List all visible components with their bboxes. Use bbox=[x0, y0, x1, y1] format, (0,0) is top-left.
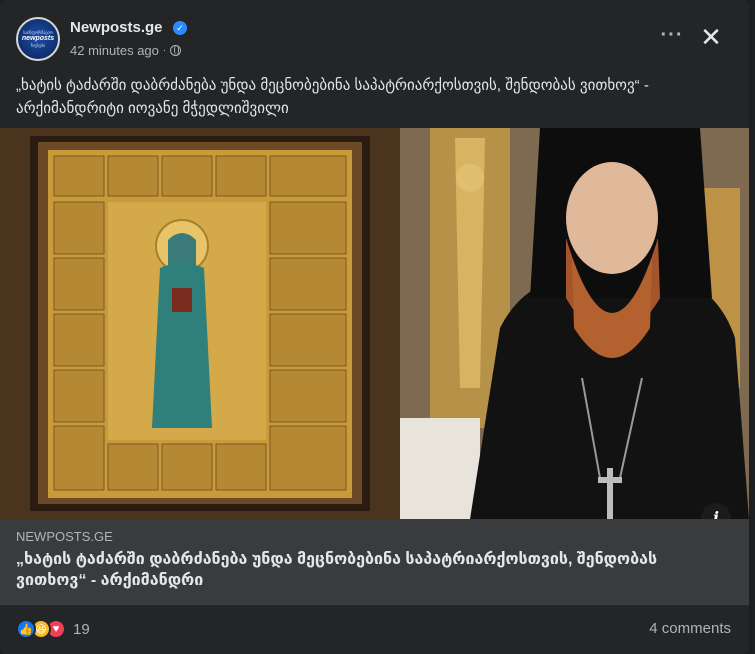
post-image[interactable] bbox=[0, 128, 749, 519]
link-title[interactable]: „ხატის ტაძარში დაბრძანება უნდა მეცნობები… bbox=[16, 549, 716, 591]
post-footer: 👍 😆 ♥ 19 4 comments bbox=[0, 604, 749, 654]
facebook-post: საინფორმაციო newposts ნიუსები Newposts.g… bbox=[0, 0, 749, 654]
avatar-logo-text: newposts bbox=[21, 35, 55, 42]
post-image-illustration bbox=[0, 128, 749, 519]
like-reaction-icon: 👍 bbox=[16, 619, 36, 639]
avatar-bottom-text: ნიუსები bbox=[30, 43, 46, 48]
close-icon[interactable]: ✕ bbox=[697, 24, 725, 52]
verified-badge-icon: ✓ bbox=[173, 21, 187, 35]
separator-dot: · bbox=[162, 45, 167, 56]
globe-icon[interactable] bbox=[170, 45, 182, 56]
post-caption: „ხატის ტაძარში დაბრძანება უნდა მეცნობები… bbox=[16, 77, 649, 117]
reactions-summary[interactable]: 👍 😆 ♥ 19 bbox=[16, 619, 90, 639]
link-domain: NEWPOSTS.GE bbox=[16, 529, 113, 544]
link-preview[interactable]: NEWPOSTS.GE „ხატის ტაძარში დაბრძანება უნ… bbox=[0, 519, 749, 604]
post-header: საინფორმაციო newposts ნიუსები Newposts.g… bbox=[0, 0, 749, 72]
more-options-icon[interactable]: ··· bbox=[657, 24, 687, 54]
post-timestamp[interactable]: 42 minutes ago bbox=[70, 43, 159, 58]
page-name-link[interactable]: Newposts.ge bbox=[70, 19, 163, 36]
page-avatar[interactable]: საინფორმაციო newposts ნიუსები bbox=[16, 17, 60, 61]
comments-count-link[interactable]: 4 comments bbox=[649, 620, 731, 637]
post-meta: 42 minutes ago · bbox=[70, 43, 182, 58]
reaction-count[interactable]: 19 bbox=[73, 621, 90, 638]
